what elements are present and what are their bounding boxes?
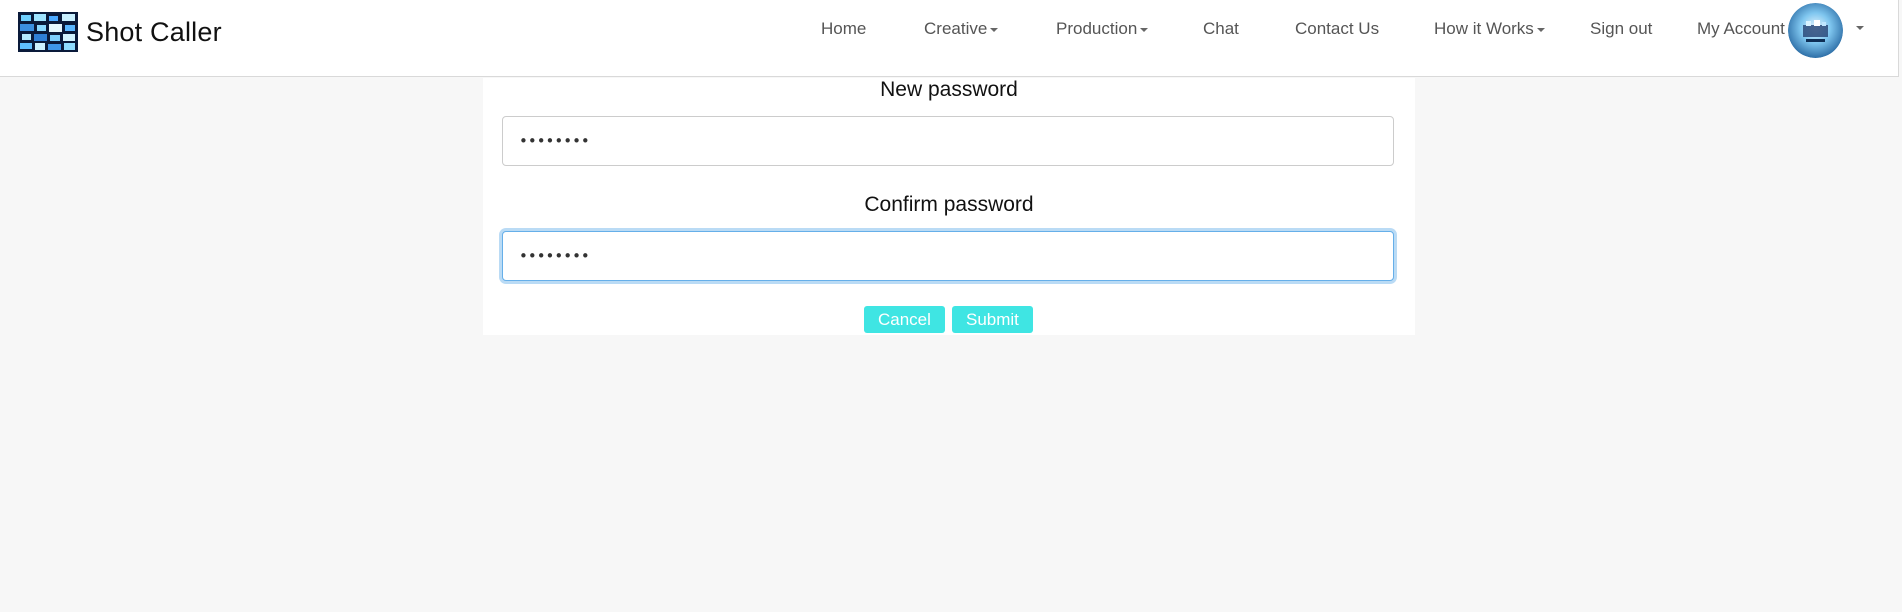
confirm-password-field[interactable]: [502, 231, 1394, 281]
nav-production-label: Production: [1056, 19, 1138, 38]
nav-creative-label: Creative: [924, 19, 988, 38]
chevron-down-icon[interactable]: [1856, 26, 1864, 30]
nav-home[interactable]: Home: [821, 19, 866, 39]
submit-button[interactable]: Submit: [952, 306, 1033, 333]
top-navbar: Shot Caller Home Creative Production Cha…: [0, 0, 1899, 77]
nav-contact-us-label: Contact Us: [1295, 19, 1380, 38]
brand-name: Shot Caller: [86, 16, 222, 47]
nav-production[interactable]: Production: [1056, 19, 1149, 39]
user-avatar-icon[interactable]: [1788, 3, 1843, 58]
confirm-password-label: Confirm password: [864, 193, 1034, 216]
nav-chat[interactable]: Chat: [1203, 19, 1239, 39]
new-password-label: New password: [880, 78, 1018, 101]
chevron-down-icon: [1536, 27, 1545, 32]
nav-my-account[interactable]: My Account: [1697, 19, 1785, 39]
nav-how-it-works-label: How it Works: [1434, 19, 1534, 38]
nav-chat-label: Chat: [1203, 19, 1239, 38]
chevron-down-icon: [990, 27, 999, 32]
nav-sign-out-label: Sign out: [1590, 19, 1653, 38]
film-grid-logo-icon: [18, 12, 78, 52]
new-password-field[interactable]: [502, 116, 1394, 166]
nav-creative[interactable]: Creative: [924, 19, 999, 39]
brand-link[interactable]: Shot Caller: [18, 12, 222, 52]
nav-how-it-works[interactable]: How it Works: [1434, 19, 1545, 39]
cancel-button[interactable]: Cancel: [864, 306, 945, 333]
password-reset-card: New password Confirm password Cancel Sub…: [483, 78, 1415, 335]
nav-sign-out[interactable]: Sign out: [1590, 19, 1652, 39]
chevron-down-icon: [1140, 27, 1149, 32]
nav-contact-us[interactable]: Contact Us: [1295, 19, 1379, 39]
nav-home-label: Home: [821, 19, 867, 38]
nav-my-account-label: My Account: [1697, 19, 1785, 38]
